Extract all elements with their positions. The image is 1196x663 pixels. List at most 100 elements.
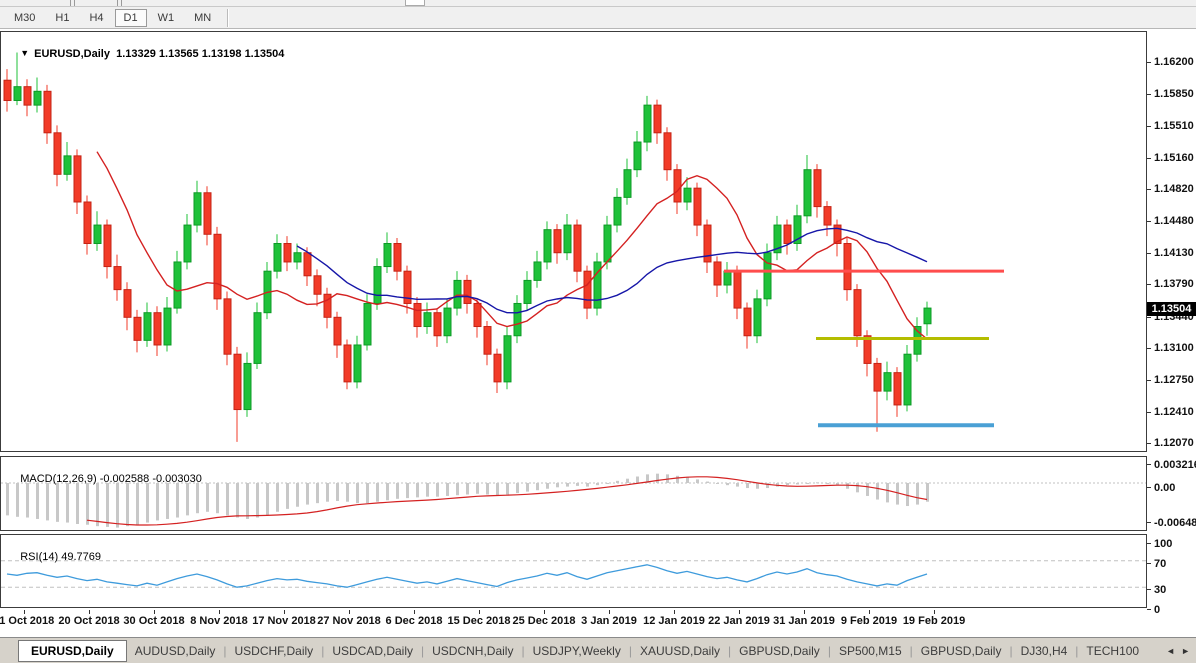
chart-title: ▼EURUSD,Daily 1.13329 1.13565 1.13198 1.… (8, 36, 284, 72)
rsi-axis-label: 0 (1154, 604, 1160, 616)
timeframe-button-m30[interactable]: M30 (5, 9, 44, 27)
date-axis-label: 12 Jan 2019 (643, 615, 705, 627)
chart-tab-usdchf-daily[interactable]: USDCHF,Daily (227, 641, 322, 661)
rsi-value: 49.7769 (61, 551, 101, 563)
chart-open: 1.13329 (116, 48, 156, 60)
chart-tab-sp500-m15[interactable]: SP500,M15 (831, 641, 910, 661)
price-chart-panel[interactable]: ▼EURUSD,Daily 1.13329 1.13565 1.13198 1.… (0, 31, 1147, 452)
candlestick-chart (1, 32, 1146, 451)
price-axis-label: 1.16200 (1154, 56, 1194, 68)
date-axis-tick (544, 610, 545, 614)
macd-axis-tick (1147, 464, 1151, 465)
macd-axis-tick (1147, 522, 1151, 523)
date-axis-label: 9 Feb 2019 (841, 615, 897, 627)
chart-high: 1.13565 (159, 48, 199, 60)
rsi-axis-label: 100 (1154, 538, 1172, 550)
macd-main-value: -0.002588 (100, 473, 150, 485)
date-axis-tick (739, 610, 740, 614)
date-axis-tick (804, 610, 805, 614)
date-axis-tick (934, 610, 935, 614)
timeframe-button-w1[interactable]: W1 (149, 9, 184, 27)
chart-tab-bar: EURUSD,DailyAUDUSD,Daily|USDCHF,Daily|US… (0, 637, 1196, 663)
date-axis-tick (24, 610, 25, 614)
price-axis-tick (1147, 221, 1151, 222)
price-axis-label: 1.13790 (1154, 278, 1194, 290)
date-axis-tick (869, 610, 870, 614)
chart-tab-gbpusd-daily[interactable]: GBPUSD,Daily (913, 641, 1010, 661)
date-axis-tick (284, 610, 285, 614)
scroll-right-icon[interactable]: ► (1181, 646, 1190, 656)
triangle-down-icon[interactable]: ▼ (20, 48, 29, 58)
price-axis-tick (1147, 380, 1151, 381)
price-axis-tick (1147, 348, 1151, 349)
price-axis-tick (1147, 126, 1151, 127)
rsi-name: RSI(14) (20, 551, 58, 563)
chart-tab-eurusd-daily[interactable]: EURUSD,Daily (18, 640, 127, 662)
price-axis-tick (1147, 412, 1151, 413)
date-axis-label: 20 Oct 2018 (58, 615, 119, 627)
timeframe-button-d1[interactable]: D1 (115, 9, 147, 27)
price-axis-label: 1.12070 (1154, 437, 1194, 449)
rsi-axis-label: 30 (1154, 584, 1166, 596)
macd-panel[interactable]: MACD(12,26,9) -0.002588 -0.003030 (0, 456, 1147, 531)
rsi-label: RSI(14) 49.7769 (8, 539, 101, 575)
timeframe-button-mn[interactable]: MN (185, 9, 220, 27)
chart-tab-audusd-daily[interactable]: AUDUSD,Daily (127, 641, 224, 661)
price-axis-tick (1147, 189, 1151, 190)
chart-symbol: EURUSD,Daily (34, 48, 110, 60)
chart-tab-gbpusd-daily[interactable]: GBPUSD,Daily (731, 641, 828, 661)
date-axis-label: 27 Nov 2018 (317, 615, 381, 627)
price-axis-tick (1147, 253, 1151, 254)
timeframe-button-h1[interactable]: H1 (46, 9, 78, 27)
price-axis-label: 1.14480 (1154, 215, 1194, 227)
date-axis-tick (674, 610, 675, 614)
date-axis-label: 22 Jan 2019 (708, 615, 770, 627)
rsi-chart (1, 535, 1146, 607)
price-axis-label: 1.12410 (1154, 406, 1194, 418)
macd-axis-label: 0.00 (1154, 482, 1175, 494)
price-axis-tick (1147, 62, 1151, 63)
date-axis-tick (154, 610, 155, 614)
macd-axis-tick (1147, 487, 1151, 488)
macd-axis-label: -0.006485 (1154, 517, 1196, 529)
price-axis-label: 1.13100 (1154, 342, 1194, 354)
date-axis-label: 3 Jan 2019 (581, 615, 637, 627)
macd-axis-label: 0.003216 (1154, 459, 1196, 471)
date-axis-tick (219, 610, 220, 614)
date-axis-tick (414, 610, 415, 614)
rsi-axis-label: 70 (1154, 558, 1166, 570)
toolbar-button-edge (405, 0, 425, 6)
date-axis-tick (609, 610, 610, 614)
price-axis-label: 1.15850 (1154, 88, 1194, 100)
chart-tab-dj30-h4[interactable]: DJ30,H4 (1013, 641, 1076, 661)
date-axis-label: 31 Jan 2019 (773, 615, 835, 627)
tab-scroll-buttons: ◄► (1166, 646, 1196, 656)
price-axis-tick (1147, 94, 1151, 95)
price-axis-tick (1147, 317, 1151, 318)
date-axis-label: 15 Dec 2018 (448, 615, 511, 627)
toolbar-separator (70, 0, 71, 6)
rsi-panel[interactable]: RSI(14) 49.7769 (0, 534, 1147, 608)
price-axis-label: 1.12750 (1154, 374, 1194, 386)
date-axis-label: 17 Nov 2018 (252, 615, 316, 627)
price-axis-tick (1147, 158, 1151, 159)
scroll-left-icon[interactable]: ◄ (1166, 646, 1175, 656)
price-axis-label: 1.15160 (1154, 152, 1194, 164)
chart-tab-usdcnh-daily[interactable]: USDCNH,Daily (424, 641, 521, 661)
toolbar-separator (227, 9, 229, 27)
current-price-tag: 1.13504 (1147, 302, 1196, 316)
date-axis-tick (89, 610, 90, 614)
date-axis-label: 11 Oct 2018 (0, 615, 54, 627)
macd-name: MACD(12,26,9) (20, 473, 96, 485)
toolbar-separator (121, 0, 122, 6)
timeframe-button-h4[interactable]: H4 (80, 9, 112, 27)
chart-tab-xauusd-daily[interactable]: XAUUSD,Daily (632, 641, 728, 661)
date-axis-label: 30 Oct 2018 (123, 615, 184, 627)
date-axis-tick (349, 610, 350, 614)
chart-tab-tech100[interactable]: TECH100 (1078, 641, 1147, 661)
chart-tab-usdjpy-weekly[interactable]: USDJPY,Weekly (525, 641, 629, 661)
chart-low: 1.13198 (202, 48, 242, 60)
price-axis: 1.162001.158501.155101.151601.148201.144… (1147, 31, 1196, 610)
chart-tab-usdcad-daily[interactable]: USDCAD,Daily (324, 641, 421, 661)
toolbar-separator (74, 0, 75, 6)
